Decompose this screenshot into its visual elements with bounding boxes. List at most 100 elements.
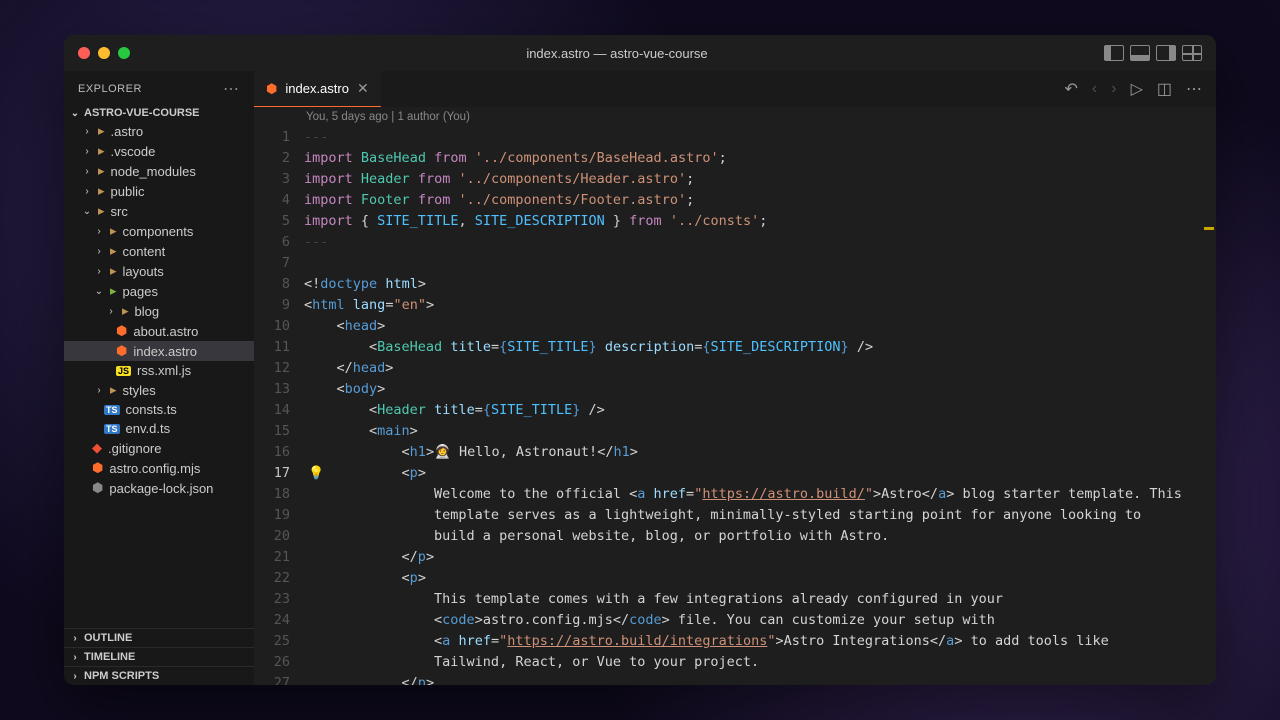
chevron-icon: ⌄: [82, 206, 92, 217]
next-change-icon[interactable]: ›: [1111, 80, 1116, 98]
panel-timeline[interactable]: ›TIMELINE: [64, 647, 254, 666]
panel-npm-scripts[interactable]: ›NPM SCRIPTS: [64, 666, 254, 685]
editor-area: ⬢ index.astro ✕ ↶ ‹ › ▷ ◫ ⋯ You, 5 days …: [254, 71, 1216, 685]
tree-item-label: blog: [135, 304, 160, 319]
tree-item-public[interactable]: › ▸ public: [64, 181, 254, 201]
tree-item--gitignore[interactable]: ◆ .gitignore: [64, 438, 254, 458]
tree-item-env-d-ts[interactable]: TSenv.d.ts: [64, 419, 254, 438]
file-icon: ⬢: [116, 323, 127, 339]
project-name: ASTRO-VUE-COURSE: [84, 107, 200, 119]
traffic-lights: [78, 47, 130, 59]
folder-icon: ▸: [110, 382, 117, 398]
project-header[interactable]: ⌄ ASTRO-VUE-COURSE: [64, 105, 254, 121]
line-numbers: 1234567891011121314151617181920212223242…: [254, 127, 304, 685]
tree-item-label: package-lock.json: [109, 481, 213, 496]
panel-outline[interactable]: ›OUTLINE: [64, 628, 254, 647]
file-icon: ◆: [92, 440, 102, 456]
tree-item-layouts[interactable]: ›▸layouts: [64, 261, 254, 281]
tree-item-components[interactable]: › ▸ components: [64, 221, 254, 241]
tree-item-consts-ts[interactable]: TSconsts.ts: [64, 400, 254, 419]
minimize-window-button[interactable]: [98, 47, 110, 59]
code-content[interactable]: ---import BaseHead from '../components/B…: [304, 127, 1216, 685]
customize-layout-icon[interactable]: [1182, 45, 1202, 61]
tree-item-astro-config-mjs[interactable]: ⬢astro.config.mjs: [64, 458, 254, 478]
folder-icon: ▸: [122, 303, 129, 319]
chevron-icon: ›: [82, 166, 92, 177]
tree-item-label: src: [111, 204, 128, 219]
file-tree: ›▸.astro›▸.vscode›▸node_modules›▸public⌄…: [64, 121, 254, 628]
tab-index-astro[interactable]: ⬢ index.astro ✕: [254, 71, 381, 107]
folder-icon: ▸: [98, 183, 105, 199]
chevron-right-icon: ›: [70, 671, 80, 682]
toggle-secondary-sidebar-icon[interactable]: [1156, 45, 1176, 61]
tree-item-pages[interactable]: ⌄ ▸ pages: [64, 281, 254, 301]
folder-icon: ▸: [98, 203, 105, 219]
maximize-window-button[interactable]: [118, 47, 130, 59]
tree-item-content[interactable]: › ▸ content: [64, 241, 254, 261]
tree-item-rss-xml-js[interactable]: JS rss.xml.js: [64, 361, 254, 380]
file-icon: JS: [116, 366, 131, 376]
folder-icon: ▸: [110, 243, 117, 259]
explorer-title: EXPLORER: [78, 83, 142, 95]
explorer-header: EXPLORER ⋯: [64, 71, 254, 105]
prev-change-icon[interactable]: ‹: [1092, 80, 1097, 98]
folder-icon: ▸: [110, 283, 117, 299]
tree-item-label: pages: [123, 284, 158, 299]
tree-item-label: index.astro: [133, 344, 197, 359]
folder-icon: ▸: [110, 223, 117, 239]
file-icon: ⬢: [92, 480, 103, 496]
close-window-button[interactable]: [78, 47, 90, 59]
more-actions-icon[interactable]: ⋯: [1186, 79, 1202, 99]
file-icon: ⬢: [92, 460, 103, 476]
tree-item-index-astro[interactable]: ⬢ index.astro: [64, 341, 254, 361]
titlebar[interactable]: index.astro — astro-vue-course: [64, 35, 1216, 71]
window-title: index.astro — astro-vue-course: [130, 46, 1104, 61]
tree-item-package-lock-json[interactable]: ⬢ package-lock.json: [64, 478, 254, 498]
tree-item-src[interactable]: ⌄ ▸ src: [64, 201, 254, 221]
tree-item-label: content: [123, 244, 166, 259]
tab-label: index.astro: [285, 81, 349, 96]
tree-item-label: .gitignore: [108, 441, 161, 456]
chevron-icon: ›: [82, 146, 92, 157]
split-editor-icon[interactable]: ◫: [1157, 79, 1172, 99]
tree-item--vscode[interactable]: ›▸.vscode: [64, 141, 254, 161]
tree-item-styles[interactable]: › ▸ styles: [64, 380, 254, 400]
tree-item-blog[interactable]: › ▸ blog: [64, 301, 254, 321]
explorer-more-icon[interactable]: ⋯: [223, 79, 240, 99]
file-icon: TS: [104, 405, 120, 415]
chevron-icon: ›: [106, 306, 116, 317]
code-editor[interactable]: 1234567891011121314151617181920212223242…: [254, 127, 1216, 685]
chevron-icon: ›: [82, 126, 92, 137]
tree-item-label: about.astro: [133, 324, 198, 339]
tree-item-label: styles: [123, 383, 156, 398]
chevron-right-icon: ›: [70, 633, 80, 644]
go-back-icon[interactable]: ↶: [1065, 79, 1078, 99]
chevron-icon: ›: [82, 186, 92, 197]
editor-window: index.astro — astro-vue-course EXPLORER …: [64, 35, 1216, 685]
tree-item--astro[interactable]: ›▸.astro: [64, 121, 254, 141]
tree-item-label: node_modules: [111, 164, 196, 179]
lightbulb-icon[interactable]: 💡: [308, 463, 324, 484]
tree-item-label: components: [123, 224, 194, 239]
chevron-icon: ›: [94, 385, 104, 396]
close-tab-icon[interactable]: ✕: [357, 80, 369, 97]
file-icon: TS: [104, 424, 120, 434]
file-icon: ⬢: [116, 343, 127, 359]
folder-icon: ▸: [98, 143, 105, 159]
tree-item-label: rss.xml.js: [137, 363, 191, 378]
layout-controls: [1104, 45, 1202, 61]
chevron-icon: ›: [94, 266, 104, 277]
run-icon[interactable]: ▷: [1131, 79, 1143, 99]
tree-item-node_modules[interactable]: ›▸node_modules: [64, 161, 254, 181]
sidebar: EXPLORER ⋯ ⌄ ASTRO-VUE-COURSE ›▸.astro›▸…: [64, 71, 254, 685]
tree-item-label: .astro: [111, 124, 144, 139]
git-blame-annotation: You, 5 days ago | 1 author (You): [254, 107, 1216, 127]
chevron-icon: ⌄: [94, 286, 104, 297]
toggle-panel-icon[interactable]: [1130, 45, 1150, 61]
chevron-icon: ›: [94, 226, 104, 237]
toggle-primary-sidebar-icon[interactable]: [1104, 45, 1124, 61]
chevron-icon: ›: [94, 246, 104, 257]
minimap-marker: [1204, 227, 1214, 230]
tree-item-label: public: [111, 184, 145, 199]
tree-item-about-astro[interactable]: ⬢ about.astro: [64, 321, 254, 341]
